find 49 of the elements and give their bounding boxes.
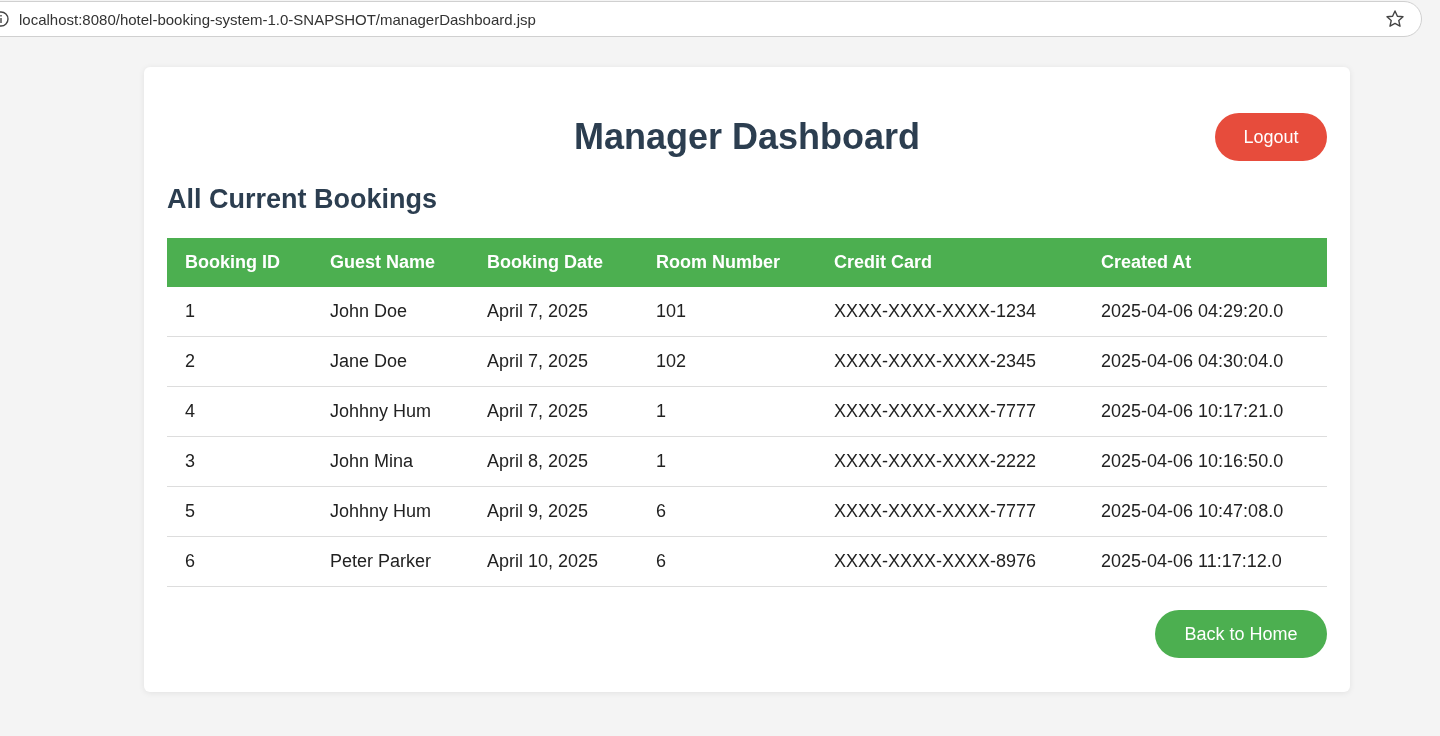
table-cell: XXXX-XXXX-XXXX-2222 [816,436,1083,487]
table-cell: Jane Doe [312,336,469,387]
table-cell: 6 [167,536,312,587]
table-cell: April 8, 2025 [469,436,638,487]
table-cell: 1 [638,386,816,437]
table-cell: April 7, 2025 [469,386,638,437]
column-header: Room Number [638,238,816,287]
table-cell: April 9, 2025 [469,486,638,537]
table-cell: 101 [638,287,816,337]
table-cell: 2025-04-06 11:17:12.0 [1083,536,1327,587]
table-cell: 6 [638,486,816,537]
column-header: Booking Date [469,238,638,287]
table-cell: Johhny Hum [312,386,469,437]
table-cell: John Doe [312,287,469,337]
url-text: localhost:8080/hotel-booking-system-1.0-SNAPSHOT/managerDashboard.jsp [19,10,537,28]
table-cell: 6 [638,536,816,587]
star-icon[interactable] [1385,9,1405,29]
table-cell: 102 [638,336,816,387]
table-cell: XXXX-XXXX-XXXX-8976 [816,536,1083,587]
table-cell: XXXX-XXXX-XXXX-7777 [816,386,1083,437]
table-cell: XXXX-XXXX-XXXX-1234 [816,287,1083,337]
table-cell: 4 [167,386,312,437]
column-header: Credit Card [816,238,1083,287]
table-cell: April 7, 2025 [469,287,638,337]
back-to-home-button[interactable]: Back to Home [1155,610,1327,658]
column-header: Created At [1083,238,1327,287]
table-cell: 2 [167,336,312,387]
table-cell: 1 [167,287,312,337]
table-cell: 3 [167,436,312,487]
table-cell: April 10, 2025 [469,536,638,587]
column-header: Booking ID [167,238,312,287]
table-cell: John Mina [312,436,469,487]
section-title: All Current Bookings [167,183,438,215]
page-title: Manager Dashboard [573,116,921,158]
table-cell: 2025-04-06 04:29:20.0 [1083,287,1327,337]
logout-button[interactable]: Logout [1215,113,1327,161]
table-cell: 5 [167,486,312,537]
table-cell: April 7, 2025 [469,336,638,387]
table-cell: XXXX-XXXX-XXXX-7777 [816,486,1083,537]
table-cell: 1 [638,436,816,487]
table-cell: Peter Parker [312,536,469,587]
table-cell: 2025-04-06 10:47:08.0 [1083,486,1327,537]
address-bar[interactable]: localhost:8080/hotel-booking-system-1.0-SNAPSHOT/managerDashboard.jsp [0,1,1422,37]
table-cell: Johhny Hum [312,486,469,537]
table-cell: 2025-04-06 10:17:21.0 [1083,386,1327,437]
table-cell: XXXX-XXXX-XXXX-2345 [816,336,1083,387]
table-cell: 2025-04-06 04:30:04.0 [1083,336,1327,387]
column-header: Guest Name [312,238,469,287]
table-cell: 2025-04-06 10:16:50.0 [1083,436,1327,487]
